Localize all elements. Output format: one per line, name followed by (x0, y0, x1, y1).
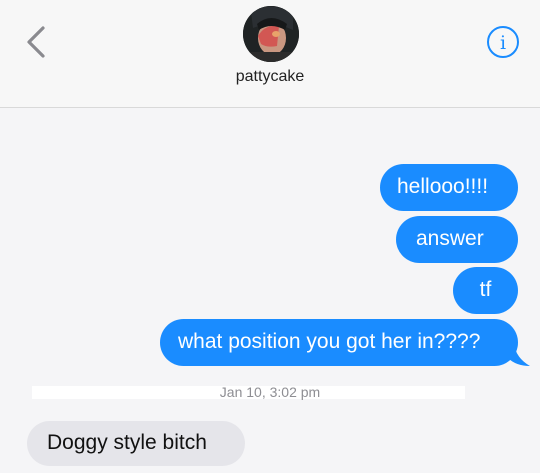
bubble-tail (508, 344, 530, 366)
message-text: tf (479, 278, 492, 301)
avatar[interactable] (243, 6, 299, 62)
outgoing-message-bubble[interactable]: tf (453, 267, 518, 314)
outgoing-message-bubble[interactable]: hellooo!!!! (380, 164, 518, 211)
message-text: Doggy style bitch (47, 431, 207, 454)
outgoing-message-bubble[interactable]: what position you got her in???? (160, 319, 518, 366)
svg-text:i: i (500, 32, 506, 54)
info-icon: i (487, 26, 519, 58)
message-thread: hellooo!!!! answer tf what position you … (0, 108, 540, 473)
message-text: hellooo!!!! (397, 175, 489, 198)
back-button[interactable] (22, 24, 52, 60)
avatar-image (243, 6, 299, 62)
chevron-left-icon (27, 26, 45, 58)
message-text: answer (416, 227, 484, 250)
contact-name[interactable]: pattycake (0, 68, 540, 86)
conversation-header: pattycake i (0, 0, 540, 108)
incoming-message-bubble[interactable]: Doggy style bitch (27, 421, 245, 466)
message-text: what position you got her in???? (178, 330, 481, 353)
timestamp: Jan 10, 3:02 pm (219, 384, 321, 400)
outgoing-message-bubble[interactable]: answer (396, 216, 518, 263)
info-button[interactable]: i (486, 25, 520, 59)
